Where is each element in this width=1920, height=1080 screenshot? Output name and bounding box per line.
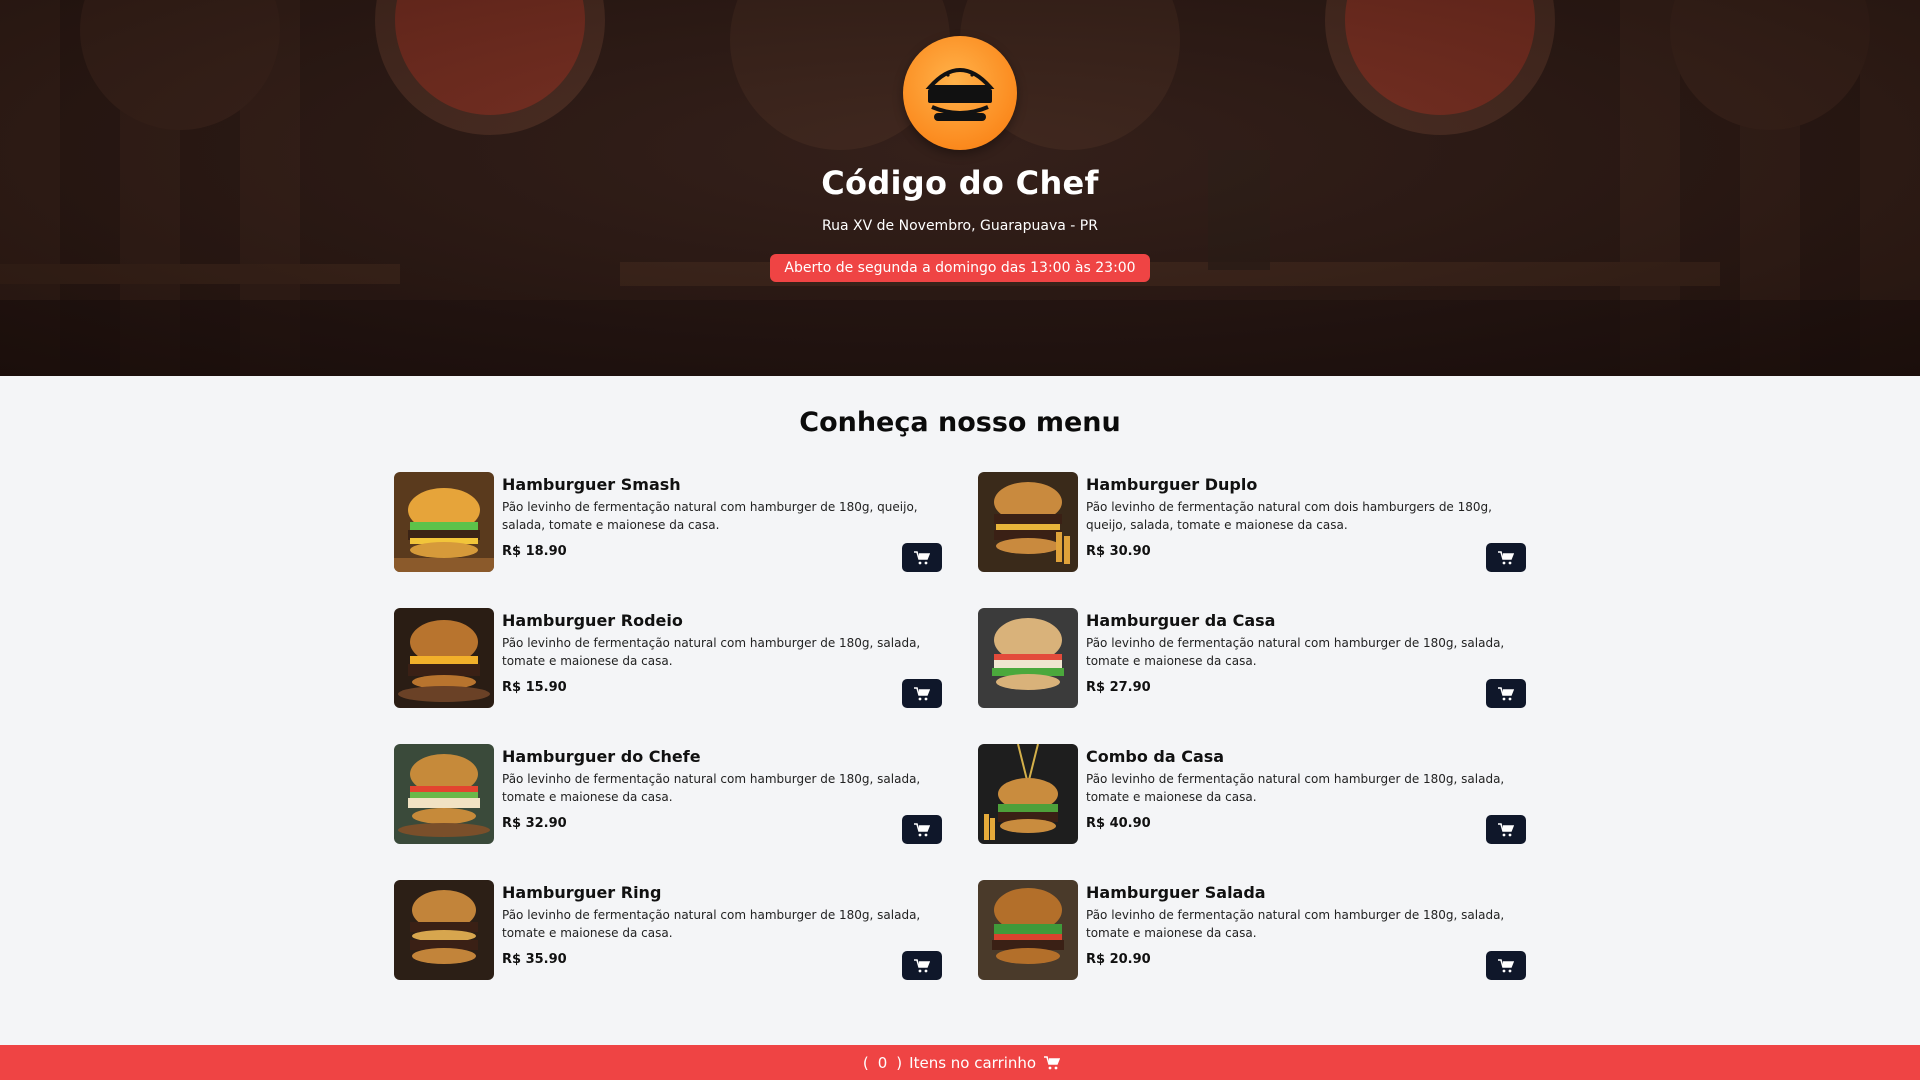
menu-item-info: Hamburguer do Chefe Pão levinho de ferme…: [502, 744, 942, 844]
menu-item: Hamburguer do Chefe Pão levinho de ferme…: [394, 744, 942, 844]
menu-item-description: Pão levinho de fermentação natural com h…: [502, 636, 921, 668]
menu-item-name: Hamburguer Ring: [502, 883, 662, 902]
hero-banner: Código do Chef Rua XV de Novembro, Guara…: [0, 0, 1920, 376]
menu-item-info: Hamburguer Ring Pão levinho de fermentaç…: [502, 880, 942, 980]
hamburger-do-chefe-image: [394, 744, 494, 844]
cart-icon: [914, 550, 930, 564]
add-to-cart-button[interactable]: [902, 679, 942, 708]
add-to-cart-button[interactable]: [1486, 815, 1526, 844]
menu-item: Hamburguer Duplo Pão levinho de fermenta…: [978, 472, 1526, 572]
menu-item-price: R$ 27.90: [1086, 680, 1151, 695]
add-to-cart-button[interactable]: [902, 543, 942, 572]
menu-item-description: Pão levinho de fermentação natural com h…: [502, 908, 921, 940]
hamburger-duplo-image: [978, 472, 1078, 572]
menu-item-name: Hamburguer Salada: [1086, 883, 1266, 902]
menu-item: Combo da Casa Pão levinho de fermentação…: [978, 744, 1526, 844]
cart-count-open-paren: (: [862, 1053, 869, 1072]
menu-item-info: Combo da Casa Pão levinho de fermentação…: [1086, 744, 1526, 844]
menu-item-name: Hamburguer Smash: [502, 475, 681, 494]
cart-count-close-paren: ): [896, 1053, 903, 1072]
menu-title: Conheça nosso menu: [799, 407, 1121, 438]
menu-item: Hamburguer Salada Pão levinho de ferment…: [978, 880, 1526, 980]
menu-item-name: Combo da Casa: [1086, 747, 1225, 766]
menu-item-info: Hamburguer da Casa Pão levinho de fermen…: [1086, 608, 1526, 708]
menu-item-info: Hamburguer Rodeio Pão levinho de ferment…: [502, 608, 942, 708]
menu-item-price: R$ 20.90: [1086, 952, 1151, 967]
menu-item: Hamburguer da Casa Pão levinho de fermen…: [978, 608, 1526, 708]
menu-item-info: Hamburguer Smash Pão levinho de fermenta…: [502, 472, 942, 572]
restaurant-name: Código do Chef: [821, 164, 1099, 202]
cart-footer-button[interactable]: ( 0 ) Itens no carrinho: [0, 1045, 1920, 1080]
menu-item-price: R$ 30.90: [1086, 544, 1151, 559]
combo-da-casa-image: [978, 744, 1078, 844]
menu-item-description: Pão levinho de fermentação natural com h…: [502, 772, 921, 804]
menu-item-description: Pão levinho de fermentação natural com h…: [502, 500, 918, 532]
menu-item-info: Hamburguer Duplo Pão levinho de fermenta…: [1086, 472, 1526, 572]
cart-icon: [1498, 550, 1514, 564]
hero-content: Código do Chef Rua XV de Novembro, Guara…: [0, 0, 1920, 376]
cart-icon: [1498, 822, 1514, 836]
restaurant-address: Rua XV de Novembro, Guarapuava - PR: [822, 218, 1098, 234]
menu-item-price: R$ 40.90: [1086, 816, 1151, 831]
cart-icon: [914, 958, 930, 972]
menu-item-price: R$ 15.90: [502, 680, 567, 695]
menu-item: Hamburguer Smash Pão levinho de fermenta…: [394, 472, 942, 572]
cart-icon: [1044, 1055, 1061, 1070]
menu-grid: Hamburguer Smash Pão levinho de fermenta…: [394, 472, 1526, 980]
menu-item-name: Hamburguer Duplo: [1086, 475, 1258, 494]
menu-item-price: R$ 18.90: [502, 544, 567, 559]
cart-icon: [914, 686, 930, 700]
add-to-cart-button[interactable]: [1486, 951, 1526, 980]
add-to-cart-button[interactable]: [1486, 679, 1526, 708]
menu-item-description: Pão levinho de fermentação natural com h…: [1086, 636, 1505, 668]
burger-logo-icon: [903, 36, 1017, 150]
add-to-cart-button[interactable]: [902, 951, 942, 980]
cart-icon: [1498, 958, 1514, 972]
menu-item: Hamburguer Ring Pão levinho de fermentaç…: [394, 880, 942, 980]
add-to-cart-button[interactable]: [902, 815, 942, 844]
hamburger-da-casa-image: [978, 608, 1078, 708]
menu-item-description: Pão levinho de fermentação natural com h…: [1086, 908, 1505, 940]
cart-count: 0: [877, 1053, 888, 1072]
menu-item-info: Hamburguer Salada Pão levinho de ferment…: [1086, 880, 1526, 980]
cart-icon: [914, 822, 930, 836]
hamburger-rodeio-image: [394, 608, 494, 708]
menu-item-name: Hamburguer do Chefe: [502, 747, 701, 766]
menu-item: Hamburguer Rodeio Pão levinho de ferment…: [394, 608, 942, 708]
menu-section: Conheça nosso menu Hamburguer Smash Pão …: [0, 376, 1920, 980]
hamburger-salada-image: [978, 880, 1078, 980]
hamburger-smash-image: [394, 472, 494, 572]
menu-item-price: R$ 35.90: [502, 952, 567, 967]
menu-item-description: Pão levinho de fermentação natural com h…: [1086, 772, 1505, 804]
menu-item-description: Pão levinho de fermentação natural com d…: [1086, 500, 1492, 532]
add-to-cart-button[interactable]: [1486, 543, 1526, 572]
cart-icon: [1498, 686, 1514, 700]
opening-hours-badge: Aberto de segunda a domingo das 13:00 às…: [770, 254, 1150, 282]
menu-item-name: Hamburguer da Casa: [1086, 611, 1276, 630]
menu-item-name: Hamburguer Rodeio: [502, 611, 683, 630]
hamburger-ring-image: [394, 880, 494, 980]
cart-label: Itens no carrinho: [909, 1053, 1037, 1072]
menu-item-price: R$ 32.90: [502, 816, 567, 831]
